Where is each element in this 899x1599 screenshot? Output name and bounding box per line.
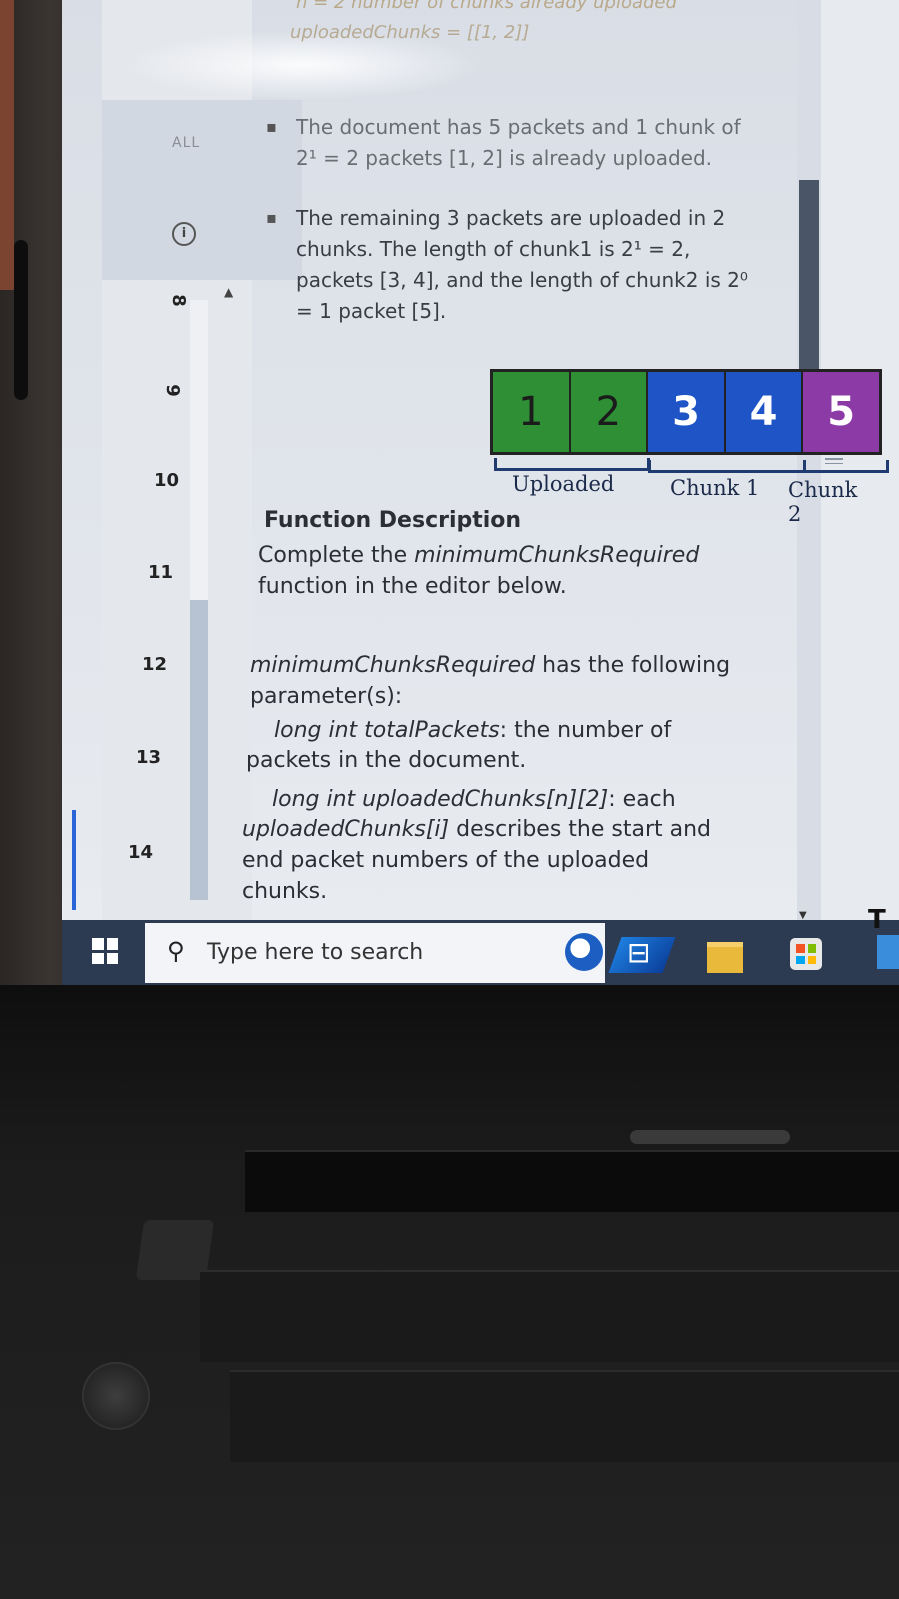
text: describes the start and: [449, 817, 711, 842]
packet-cell: 2: [570, 372, 649, 452]
diagram-label: Uploaded: [512, 472, 615, 496]
search-icon: ⚲: [167, 937, 185, 965]
packet-cell: 5: [803, 372, 879, 452]
packet-cell: 1: [493, 372, 571, 452]
chunk2-brace: [803, 460, 889, 473]
keyboard-row: [230, 1370, 899, 1462]
screen-lip: [630, 1130, 790, 1144]
diagram-label: Chunk 2: [788, 478, 858, 526]
line-number: 12: [142, 654, 168, 675]
chunk1-brace: [648, 460, 806, 473]
text: : each: [608, 787, 676, 812]
section-heading: Function Description: [264, 508, 522, 533]
diagram-label: Chunk 1: [670, 476, 760, 500]
bezel-slot: [14, 240, 28, 400]
search-input[interactable]: Type here to search: [207, 940, 423, 965]
faded-text-line: n = 2 number of chunks already uploaded: [296, 0, 677, 13]
function-name: minimumChunksRequired: [414, 543, 700, 568]
line-number: 8: [167, 294, 189, 307]
packet-cell: 4: [725, 372, 804, 452]
text: function in the editor below.: [258, 574, 567, 599]
param-uploaded-desc: uploadedChunks[i] describes the start an…: [242, 814, 762, 907]
text: end packet numbers of the uploaded: [242, 848, 650, 873]
uploaded-brace: [494, 458, 650, 471]
text: Complete the: [258, 543, 415, 568]
param-name: long int uploadedChunks[n][2]: [272, 787, 609, 812]
store-icon[interactable]: [790, 938, 822, 970]
bezel-edge: [0, 0, 14, 290]
windows-taskbar: ⚲ Type here to search ⊟: [62, 920, 899, 985]
line-number: 13: [136, 747, 162, 768]
text: parameter(s):: [250, 684, 403, 709]
windows-start-icon[interactable]: [92, 938, 118, 964]
param-name: uploadedChunks[i]: [242, 817, 450, 842]
task-view-icon[interactable]: ⊟: [627, 936, 650, 969]
params-intro: minimumChunksRequired has the following …: [250, 650, 770, 712]
text: has the following: [535, 653, 731, 678]
faded-text-line: uploadedChunks = [[1, 2]]: [290, 22, 530, 43]
description-text: Complete the minimumChunksRequired funct…: [258, 540, 778, 602]
active-line-indicator: [72, 810, 76, 910]
gutter-scroll-track: [190, 300, 208, 600]
line-number: 14: [128, 842, 154, 863]
soccer-ball-icon[interactable]: [565, 933, 603, 971]
line-number: 11: [148, 562, 174, 583]
packet-diagram: 1 2 3 4 5: [490, 369, 882, 455]
line-number: 9: [161, 384, 183, 397]
gutter-scroll-thumb[interactable]: [190, 600, 208, 900]
laptop-screen: ALL i ▲ 8 9 10 11 12 13 14 ▼ n = 2 numbe…: [62, 0, 899, 985]
function-name: minimumChunksRequired: [250, 653, 536, 678]
param-total-desc: packets in the document.: [246, 748, 527, 773]
all-tab[interactable]: ALL: [172, 135, 200, 151]
param-name: long int totalPackets: [274, 718, 500, 743]
line-number: 10: [154, 470, 180, 491]
text: : the number of: [499, 718, 672, 743]
edge-text-fragment: T: [868, 905, 886, 935]
file-explorer-icon[interactable]: [707, 942, 743, 973]
example-bullet: The remaining 3 packets are uploaded in …: [266, 202, 756, 327]
edge-icon[interactable]: [877, 935, 899, 969]
packet-cell: 3: [648, 372, 726, 452]
power-button-icon: [82, 1362, 150, 1430]
example-bullet: The document has 5 packets and 1 chunk o…: [266, 111, 756, 174]
param-total-packets: long int totalPackets: the number of: [274, 715, 794, 746]
info-icon[interactable]: i: [172, 222, 196, 246]
keyboard-row: [200, 1270, 899, 1362]
param-uploaded-chunks: long int uploadedChunks[n][2]: each: [272, 784, 792, 815]
collapse-caret-icon[interactable]: ▲: [224, 285, 233, 299]
laptop-hinge: [245, 1150, 899, 1212]
text: chunks.: [242, 879, 328, 904]
taskbar-search-box[interactable]: ⚲ Type here to search: [145, 923, 676, 983]
